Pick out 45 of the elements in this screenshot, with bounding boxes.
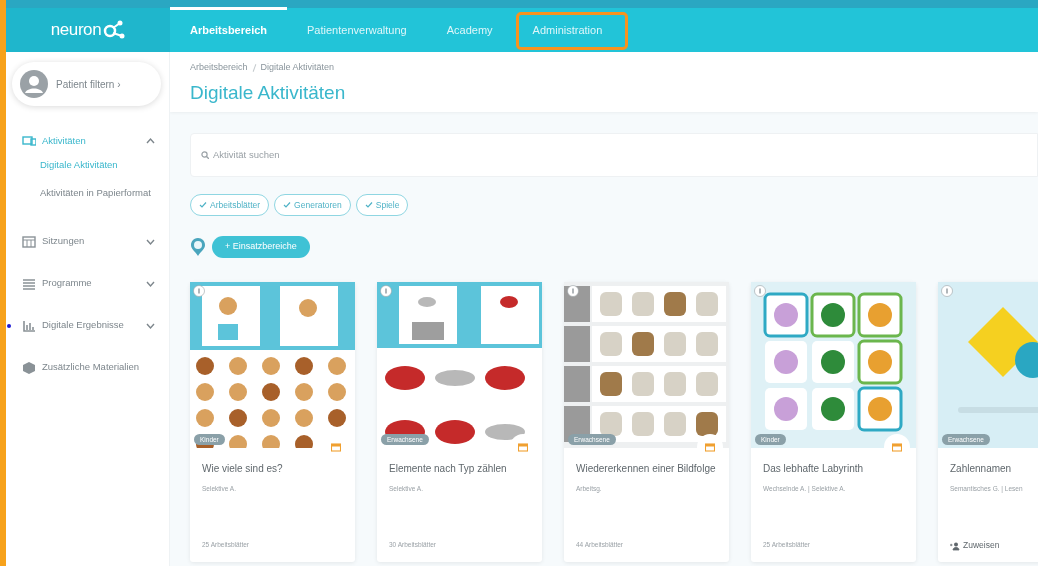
check-icon (283, 201, 292, 209)
card-title: Das lebhafte Labyrinth (763, 462, 865, 475)
card-title: Zahlennamen (950, 462, 1013, 475)
sidebar-subitem[interactable]: Aktivitäten in Papierformat (40, 186, 169, 201)
check-icon (364, 201, 373, 209)
filter-chip[interactable]: Generatoren (274, 194, 351, 216)
calendar-icon (331, 442, 341, 452)
sidebar-subitem[interactable]: Digitale Aktivitäten (40, 158, 169, 173)
check-icon (199, 201, 207, 209)
info-icon (193, 285, 205, 297)
bar-chart-icon (22, 318, 36, 333)
breadcrumb-link[interactable]: Arbeitsbereich (190, 61, 248, 75)
calendar-icon (518, 442, 528, 452)
search-input[interactable]: Aktivität suchen (213, 147, 1027, 163)
devices-icon (22, 134, 36, 148)
filter-chip[interactable]: Arbeitsblätter (190, 194, 270, 216)
sidebar-item[interactable]: Digitale Ergebnisse (42, 318, 140, 333)
page-title: Digitale Aktivitäten (190, 80, 347, 105)
patient-filter-button[interactable]: Patient filtern › (12, 62, 161, 106)
filter-chip[interactable]: Spiele (355, 194, 409, 216)
info-icon (567, 285, 579, 297)
card-title: Wie viele sind es? (202, 462, 284, 475)
list-icon (22, 276, 36, 291)
calendar-icon (705, 442, 715, 452)
search-icon (201, 151, 209, 159)
sidebar-item[interactable]: Zusätzliche Materialien (42, 360, 155, 375)
avatar-icon (20, 70, 48, 98)
calendar-icon (22, 234, 36, 249)
info-icon (941, 285, 953, 297)
add-person-icon (950, 540, 960, 551)
sidebar-item[interactable]: Sitzungen (42, 234, 140, 249)
cube-icon (22, 360, 36, 375)
add-areas-button[interactable]: + Einsatzbereiche (212, 236, 310, 258)
calendar-icon (892, 442, 902, 452)
logo-icon (103, 20, 126, 40)
search-field[interactable]: Aktivität suchen (190, 133, 1038, 177)
breadcrumb-current: Digitale Aktivitäten (260, 61, 335, 74)
assign-button[interactable]: Zuweisen (950, 539, 1000, 552)
sidebar-item[interactable]: Programme (42, 276, 140, 291)
card-title: Elemente nach Typ zählen (389, 462, 508, 475)
logo-text: neuron (50, 19, 102, 42)
info-icon (754, 285, 766, 297)
info-icon (380, 285, 392, 297)
sidebar-item[interactable]: Aktivitäten (42, 133, 140, 149)
card-title: Wiedererkennen einer Bildfolge (576, 462, 717, 475)
